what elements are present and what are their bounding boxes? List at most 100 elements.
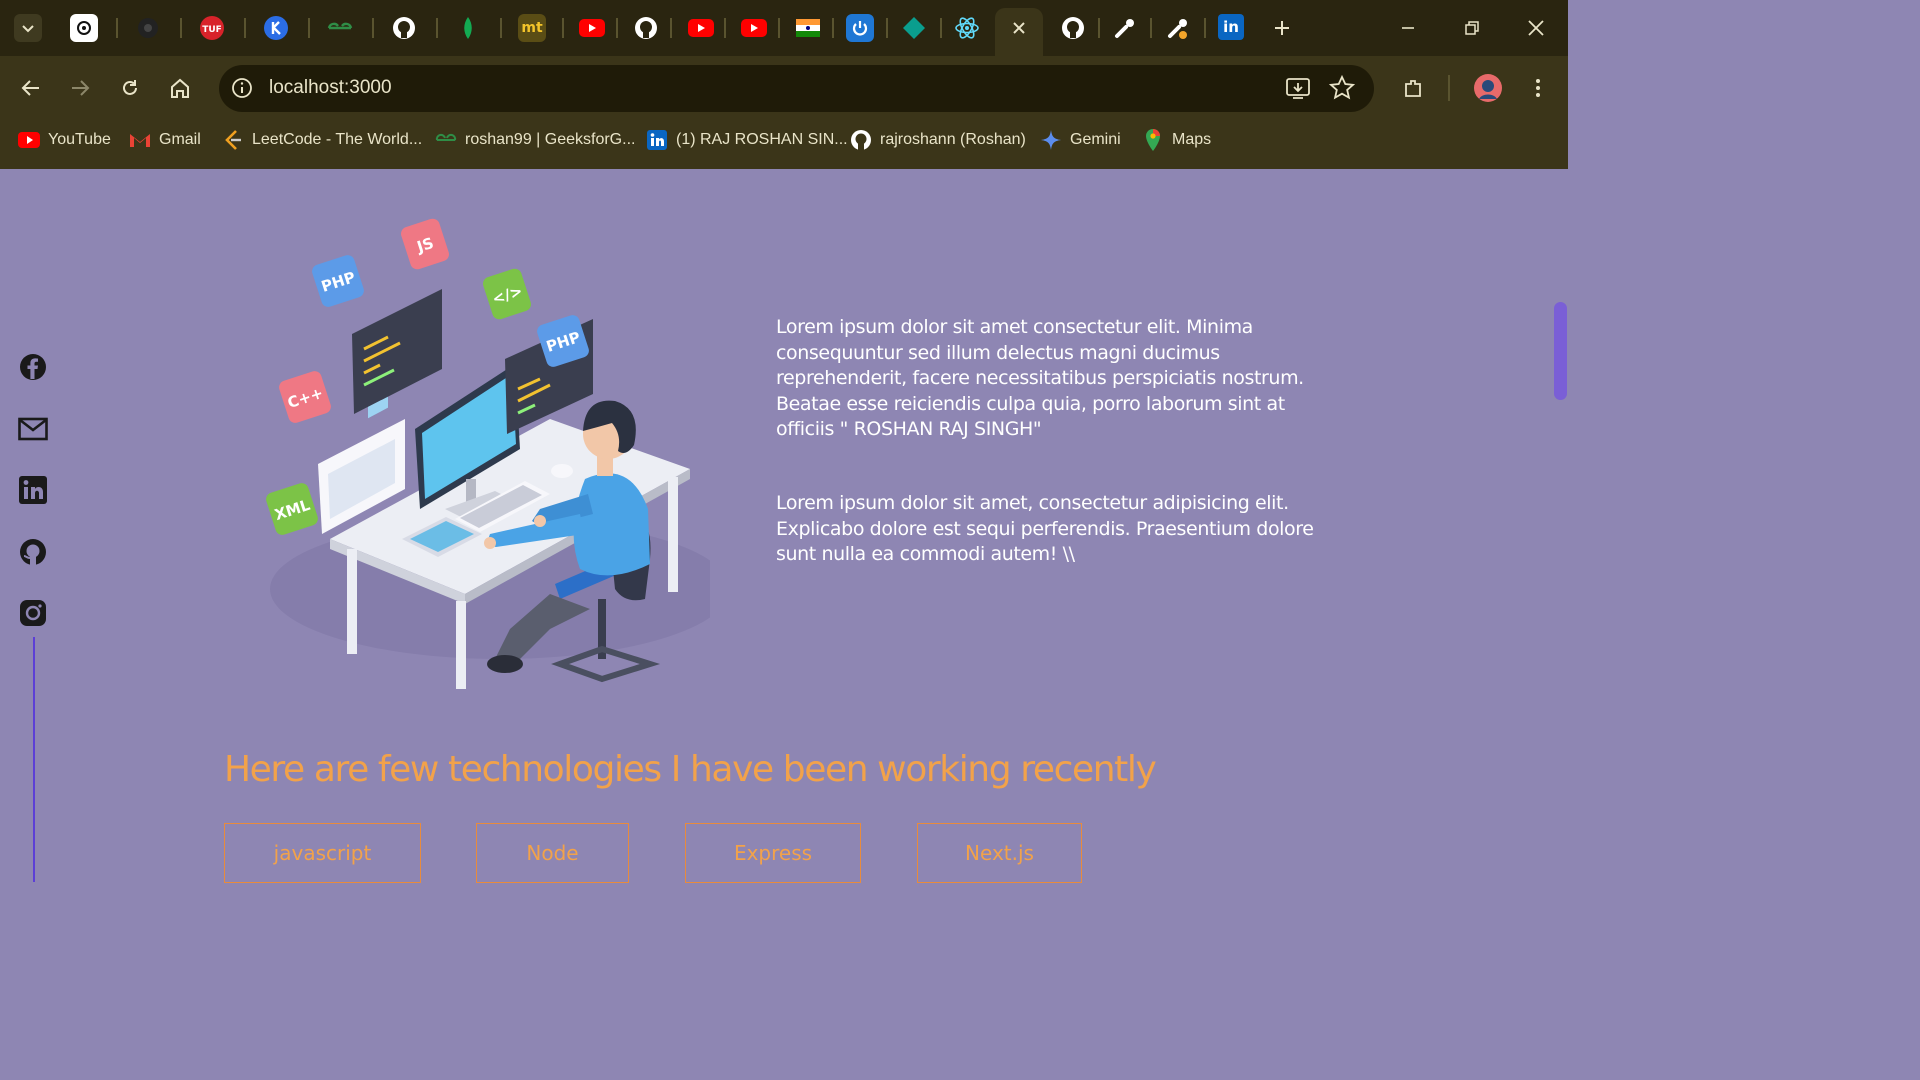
active-tab[interactable] [995, 8, 1043, 56]
postman-alt-icon[interactable] [1164, 14, 1192, 42]
bookmark-label: roshan99 | GeeksforG... [465, 131, 636, 148]
developer-illustration: PHP JS </> PHP C++ XML [266, 218, 710, 689]
bookmark-github[interactable]: rajroshann (Roshan) [850, 128, 1026, 152]
postman-icon[interactable] [1111, 14, 1139, 42]
extensions-icon[interactable] [1395, 70, 1431, 106]
svg-text:TUF: TUF [202, 25, 222, 35]
linkedin-icon[interactable]: in [1218, 14, 1244, 40]
bookmark-label: LeetCode - The World... [252, 131, 423, 148]
about-paragraph-2: Lorem ipsum dolor sit amet, consectetur … [776, 491, 1314, 566]
github-icon[interactable] [1059, 14, 1087, 42]
dark-circle-icon[interactable] [134, 14, 162, 42]
tuf-icon[interactable]: TUF [198, 14, 226, 42]
forward-icon[interactable] [62, 70, 98, 106]
teal-diamond-icon[interactable] [900, 14, 928, 42]
scrollbar-thumb[interactable] [1554, 302, 1567, 400]
about-section: Lorem ipsum dolor sit amet consectetur e… [776, 315, 1336, 568]
technologies-heading: Here are few technologies I have been wo… [224, 749, 1157, 790]
menu-icon[interactable] [1520, 70, 1556, 106]
youtube-icon[interactable] [740, 14, 768, 42]
tab-separator [670, 18, 672, 38]
geeksforgeeks-icon [435, 129, 457, 151]
bookmark-label: Gemini [1070, 131, 1121, 148]
github-icon [850, 129, 872, 151]
facebook-icon[interactable] [17, 351, 49, 383]
reload-icon[interactable] [112, 70, 148, 106]
gemini-icon [1040, 129, 1062, 151]
tab-separator [308, 18, 310, 38]
tech-chip-javascript[interactable]: javascript [224, 823, 421, 883]
tab-separator [180, 18, 182, 38]
bookmark-label: YouTube [48, 131, 111, 148]
browser-chrome: TUF mt in localhost:3000 YouTube Gmail L… [0, 0, 1568, 169]
tab-separator [372, 18, 374, 38]
mongodb-leaf-icon[interactable] [454, 14, 482, 42]
bookmark-maps[interactable]: Maps [1142, 128, 1211, 152]
tab-separator [1204, 18, 1206, 38]
india-flag-icon[interactable] [794, 14, 822, 42]
tab-separator [724, 18, 726, 38]
bookmark-linkedin[interactable]: (1) RAJ ROSHAN SIN... [646, 128, 848, 152]
close-icon[interactable] [1009, 18, 1029, 38]
tab-separator [436, 18, 438, 38]
page-content: PHP JS </> PHP C++ XML Lorem ipsum dolor… [0, 169, 1568, 883]
tab-strip: TUF mt in [0, 0, 1568, 56]
instagram-icon[interactable] [17, 597, 49, 629]
geeksforgeeks-icon[interactable] [326, 14, 354, 42]
install-app-icon[interactable] [1285, 75, 1311, 101]
mt-icon[interactable]: mt [518, 14, 546, 42]
tab-separator [778, 18, 780, 38]
tab-separator [1150, 18, 1152, 38]
bookmark-geeksforgeeks[interactable]: roshan99 | GeeksforG... [435, 128, 635, 152]
bookmark-label: rajroshann (Roshan) [880, 131, 1026, 148]
close-icon[interactable] [1518, 12, 1554, 44]
star-icon[interactable] [1328, 74, 1356, 101]
bookmark-gemini[interactable]: Gemini [1040, 128, 1121, 152]
github-icon[interactable] [390, 14, 418, 42]
power-icon[interactable] [846, 14, 874, 42]
bookmark-gmail[interactable]: Gmail [129, 128, 201, 152]
linkedin-icon [646, 129, 668, 151]
youtube-icon[interactable] [578, 14, 606, 42]
mail-icon[interactable] [17, 413, 49, 445]
blue-k-icon[interactable] [262, 14, 290, 42]
plus-icon[interactable] [1268, 14, 1296, 42]
info-icon[interactable] [231, 77, 255, 101]
tech-chip-express[interactable]: Express [685, 823, 861, 883]
linkedin-icon[interactable] [17, 474, 49, 506]
bookmark-label: (1) RAJ ROSHAN SIN... [676, 131, 848, 148]
restore-icon[interactable] [1454, 12, 1490, 44]
tab-separator [500, 18, 502, 38]
youtube-icon[interactable] [687, 14, 715, 42]
tab-separator [116, 18, 118, 38]
social-line [33, 637, 35, 882]
tab-separator [1098, 18, 1100, 38]
github-icon[interactable] [17, 536, 49, 568]
bookmark-leetcode[interactable]: LeetCode - The World... [222, 128, 422, 152]
maps-icon [1142, 129, 1164, 151]
minimize-icon[interactable] [1390, 12, 1426, 44]
gmail-icon [129, 129, 151, 151]
bookmark-label: Gmail [159, 131, 201, 148]
about-paragraph-1: Lorem ipsum dolor sit amet consectetur e… [776, 316, 1304, 441]
home-icon[interactable] [162, 70, 198, 106]
tab-separator [832, 18, 834, 38]
chevron-down-icon[interactable] [14, 14, 42, 42]
url-text[interactable]: localhost:3000 [269, 77, 392, 99]
tech-chip-nextjs[interactable]: Next.js [917, 823, 1082, 883]
tab-separator [886, 18, 888, 38]
avatar[interactable] [1470, 70, 1506, 106]
bookmark-youtube[interactable]: YouTube [18, 128, 111, 152]
github-icon[interactable] [632, 14, 660, 42]
tech-chip-node[interactable]: Node [476, 823, 629, 883]
leetcode-icon [222, 129, 244, 151]
chatgpt-icon[interactable] [70, 14, 98, 42]
bookmark-label: Maps [1172, 131, 1212, 148]
youtube-icon [18, 129, 40, 151]
react-icon[interactable] [953, 14, 981, 42]
scrollbar[interactable] [1552, 169, 1568, 882]
tab-separator [616, 18, 618, 38]
tab-separator [562, 18, 564, 38]
back-icon[interactable] [13, 70, 49, 106]
address-bar[interactable]: localhost:3000 [219, 65, 1374, 112]
